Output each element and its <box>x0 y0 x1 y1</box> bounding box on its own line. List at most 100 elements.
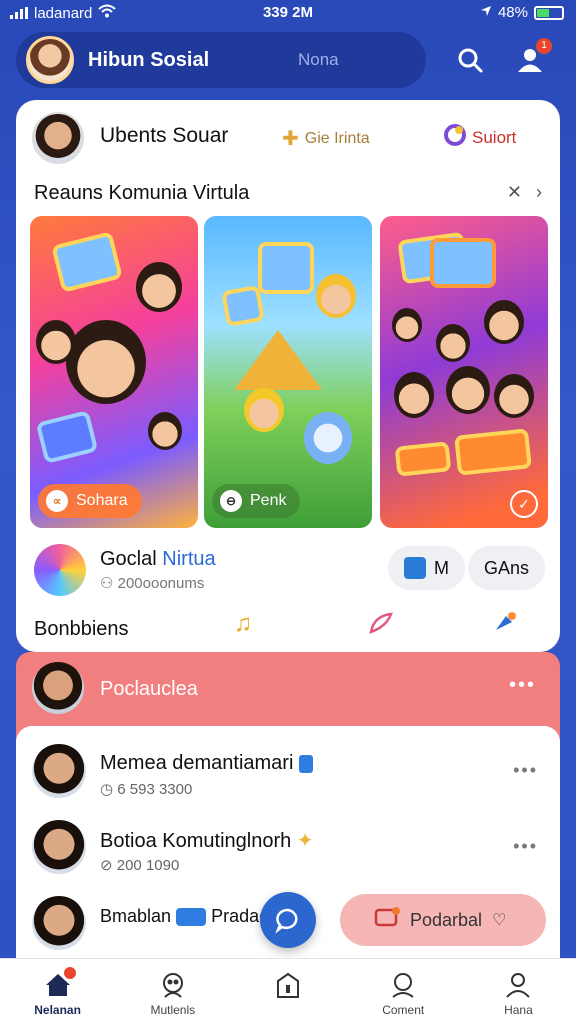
community-tile[interactable]: ✓ <box>380 216 548 528</box>
person-image <box>446 366 490 414</box>
highlight-avatar[interactable] <box>32 662 84 714</box>
chat-fab-button[interactable] <box>260 892 316 948</box>
tile-chip[interactable]: ⊖ Penk <box>212 484 301 518</box>
person-image <box>66 320 146 404</box>
notification-badge: 1 <box>536 38 552 54</box>
nav-item-comment[interactable]: Coment <box>346 959 461 1024</box>
more-icon[interactable]: ••• <box>509 674 536 697</box>
avatar[interactable] <box>32 744 86 798</box>
nav-label: Mutlenls <box>150 1003 196 1017</box>
check-circle-icon[interactable]: ✓ <box>510 490 538 518</box>
tile-chip-label: Sohara <box>76 492 128 509</box>
group-avatar[interactable] <box>34 544 86 596</box>
action-button[interactable]: Podarbal ♡ <box>340 894 546 946</box>
sparkle-icon: ✦ <box>296 830 314 852</box>
badge-icon <box>299 754 314 773</box>
feature-two-button[interactable]: Suiort <box>444 124 516 151</box>
battery-icon <box>534 5 564 20</box>
feature-one-button[interactable]: ✚ Gie Irinta <box>282 126 370 151</box>
sign-image <box>394 441 452 477</box>
more-icon[interactable]: ••• <box>513 836 538 857</box>
search-button[interactable] <box>452 42 488 78</box>
feather-icon[interactable] <box>368 610 394 643</box>
person-image <box>436 324 470 362</box>
search-icon <box>458 48 483 73</box>
list-item-name: Bmablan Pradac <box>100 906 268 927</box>
group-member-count: 200ooonums <box>117 575 205 592</box>
more-icon[interactable]: ••• <box>513 760 538 781</box>
character-image <box>244 388 284 432</box>
heart-outline-icon: ♡ <box>492 912 507 929</box>
mode-label[interactable]: Nona <box>298 50 339 70</box>
group-name-part2: Nirtua <box>162 548 216 570</box>
group-pill-button[interactable]: GAns <box>468 546 546 590</box>
list-item[interactable]: Memea demantiamari ◷ 6 593 3300 ••• <box>16 732 560 808</box>
avatar[interactable] <box>32 820 86 874</box>
app-header: Hibun Sosial Nona <box>16 32 426 88</box>
community-tile[interactable]: ∝ Sohara <box>30 216 198 528</box>
photo-frame <box>221 284 265 328</box>
highlight-title: Poclauclea <box>100 678 198 700</box>
avatar[interactable] <box>32 896 86 950</box>
pill-label: M <box>434 557 449 578</box>
location-icon <box>480 4 492 21</box>
photo-frame <box>258 242 314 294</box>
nav-item-profile[interactable]: Hana <box>461 959 576 1024</box>
profile-icon <box>504 971 532 999</box>
person-image <box>394 372 434 418</box>
notifications-button[interactable]: 1 <box>512 38 552 78</box>
bottom-nav: Nelanan Mutlenls Coment Hana <box>0 958 576 1024</box>
tent-image <box>234 330 322 390</box>
status-bar: ladanard 339 2M 48% <box>0 0 576 28</box>
list-item[interactable]: Botioa Komutinglnorh ✦ ⊘ 200 1090 ••• <box>16 808 560 884</box>
section-title: Reauns Komunia Virtula <box>34 182 250 204</box>
nav-item-buildings[interactable] <box>230 959 345 1024</box>
mascot-image <box>304 412 352 464</box>
person-image <box>484 300 524 344</box>
chat-bubble-icon <box>275 908 298 934</box>
group-name[interactable]: Goclal Nirtua <box>100 548 216 571</box>
nav-badge <box>63 967 76 979</box>
user-avatar[interactable] <box>26 36 74 84</box>
group-name-part1: Goclal <box>100 548 157 570</box>
group-pill-button[interactable]: M <box>388 546 465 590</box>
nav-item-home[interactable]: Nelanan <box>0 959 115 1024</box>
message-icon <box>374 906 400 934</box>
person-image <box>494 374 534 418</box>
character-image <box>316 274 356 318</box>
nav-label: Hana <box>504 1003 533 1017</box>
action-button-label: Podarbal <box>410 909 483 930</box>
trophy-icon: ✚ <box>282 128 299 150</box>
nav-item-members[interactable]: Mutlenls <box>115 959 230 1024</box>
photo-frame <box>35 410 99 464</box>
list-item-meta-text: 6 593 3300 <box>117 781 193 798</box>
members-icon: ⚇ <box>100 575 114 592</box>
group-meta: ⚇ 200ooonums <box>100 574 204 592</box>
community-card: Ubents Souar ✚ Gie Irinta Suiort Reauns … <box>16 100 560 652</box>
profile-name[interactable]: Ubents Souar <box>100 124 228 148</box>
chevron-right-icon[interactable]: › <box>536 182 542 203</box>
person-image <box>392 308 422 342</box>
profile-avatar[interactable] <box>32 112 84 164</box>
music-note-icon[interactable]: ♫ <box>234 610 252 638</box>
nav-label: Coment <box>382 1003 425 1017</box>
list-item-meta: ◷ 6 593 3300 <box>100 781 193 798</box>
brush-icon[interactable] <box>492 610 518 643</box>
person-image <box>148 412 182 450</box>
tile-chip-label: Penk <box>250 492 287 509</box>
list-item-meta: ⊘ 200 1090 <box>100 857 180 874</box>
photo-frame <box>430 238 496 288</box>
feature-one-label: Gie Irinta <box>304 129 370 147</box>
categories-title: Bonbbiens <box>34 618 129 640</box>
close-icon[interactable]: ✕ <box>507 182 522 203</box>
minus-circle-icon: ⊖ <box>220 490 242 512</box>
support-icon <box>444 124 466 151</box>
list-item-name-text: Memea demantiamari <box>100 752 294 774</box>
share-icon: ∝ <box>46 490 68 512</box>
list-item-meta-text: 200 1090 <box>116 857 180 874</box>
tile-chip[interactable]: ∝ Sohara <box>38 484 142 518</box>
person-image <box>36 320 76 364</box>
community-tile[interactable]: ⊖ Penk <box>204 216 372 528</box>
photo-frame <box>51 231 123 293</box>
sign-image <box>454 428 532 476</box>
